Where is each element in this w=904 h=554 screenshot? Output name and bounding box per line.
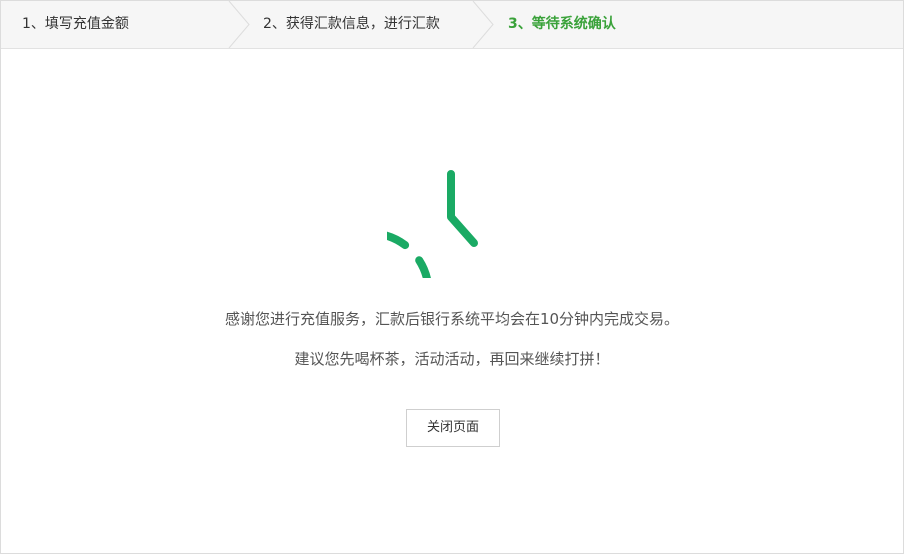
recharge-status-panel: 1、填写充值金额 2、获得汇款信息，进行汇款 3、等待系统确认 感谢您进行充值服… bbox=[0, 0, 904, 554]
step-1-fill-amount: 1、填写充值金额 bbox=[22, 16, 129, 32]
step-2-get-remittance-info: 2、获得汇款信息，进行汇款 bbox=[263, 16, 440, 32]
clock-icon bbox=[387, 170, 478, 278]
step-separators bbox=[228, 1, 494, 48]
progress-steps: 1、填写充值金额 2、获得汇款信息，进行汇款 3、等待系统确认 bbox=[1, 1, 903, 49]
close-page-button[interactable]: 关闭页面 bbox=[406, 409, 500, 447]
suggestion-message: 建议您先喝杯茶，活动活动，再回来继续打拼！ bbox=[294, 350, 610, 368]
confirmation-message: 感谢您进行充值服务，汇款后银行系统平均会在10分钟内完成交易。 bbox=[224, 310, 680, 328]
step-3-await-confirmation: 3、等待系统确认 bbox=[508, 16, 616, 32]
